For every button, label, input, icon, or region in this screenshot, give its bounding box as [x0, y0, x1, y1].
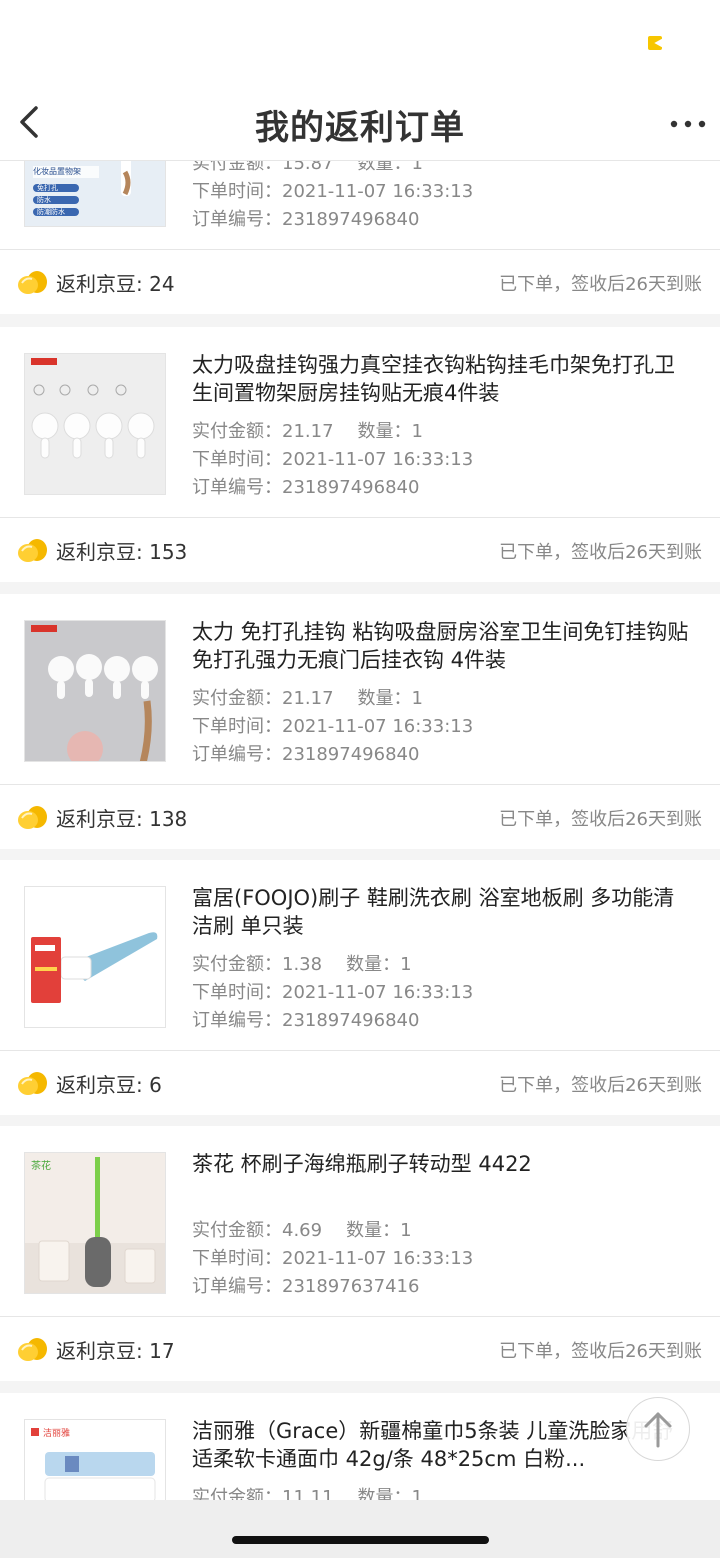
thumb-caption: 免打孔 — [37, 184, 58, 192]
more-dots-icon[interactable] — [668, 110, 708, 138]
status-indicator-icon — [648, 36, 662, 50]
jd-bean-icon — [18, 539, 47, 562]
paid-amount: 实付金额：21.17 数量：1 — [192, 421, 423, 442]
nav-bar: 我的返利订单 — [0, 88, 720, 161]
order-card: 太力吸盘挂钩强力真空挂衣钩粘钩挂毛巾架免打孔卫生间置物架厨房挂钩贴无痕4件装 实… — [0, 327, 720, 582]
thumb-caption: 化妆品置物架 — [33, 167, 81, 176]
order-number: 订单编号：231897496840 — [192, 744, 420, 765]
product-thumbnail[interactable]: 化妆品置物架 免打孔 防水 防潮防水 — [24, 161, 166, 227]
status-bar — [0, 0, 720, 88]
order-time: 下单时间：2021-11-07 16:33:13 — [192, 181, 474, 202]
rebate-row: 返利京豆: 17 已下单，签收后26天到账 — [0, 1317, 720, 1381]
order-card: 茶花 茶花 杯刷子海绵瓶刷子转动型 4422 实付金额：4.69 数量：1 下单时… — [0, 1126, 720, 1381]
order-card: 洁丽雅 洁丽雅（Grace）新疆棉童巾5条装 儿童洗脸家用舒适柔软卡通面巾 42… — [0, 1393, 720, 1500]
order-number: 订单编号：231897496840 — [192, 477, 420, 498]
rebate-row: 返利京豆: 138 已下单，签收后26天到账 — [0, 785, 720, 849]
rebate-beans: 返利京豆: 153 — [56, 540, 188, 564]
rebate-status: 已下单，签收后26天到账 — [499, 274, 702, 295]
hooks-wall-image — [25, 621, 165, 761]
rebate-status: 已下单，签收后26天到账 — [499, 1075, 702, 1096]
thumb-caption: 茶花 — [31, 1161, 51, 1172]
home-bar — [0, 1500, 720, 1558]
jd-bean-icon — [18, 806, 47, 829]
product-title: 茶花 杯刷子海绵瓶刷子转动型 4422 — [192, 1152, 532, 1176]
thumb-caption: 防潮防水 — [37, 208, 65, 216]
rebate-beans: 返利京豆: 6 — [56, 1073, 162, 1097]
paid-amount: 实付金额：21.17 数量：1 — [192, 688, 423, 709]
paid-amount: 实付金额：1.38 数量：1 — [192, 954, 412, 975]
product-thumbnail[interactable]: 茶花 — [24, 1152, 166, 1294]
order-time: 下单时间：2021-11-07 16:33:13 — [192, 982, 474, 1003]
rebate-status: 已下单，签收后26天到账 — [499, 809, 702, 830]
rebate-beans: 返利京豆: 17 — [56, 1339, 175, 1363]
product-thumbnail[interactable] — [24, 620, 166, 762]
order-time: 下单时间：2021-11-07 16:33:13 — [192, 1248, 474, 1269]
product-thumbnail[interactable]: 洁丽雅 — [24, 1419, 166, 1500]
order-row[interactable]: 洁丽雅 洁丽雅（Grace）新疆棉童巾5条装 儿童洗脸家用舒适柔软卡通面巾 42… — [0, 1393, 720, 1500]
product-title: 太力吸盘挂钩强力真空挂衣钩粘钩挂毛巾架免打孔卫生间置物架厨房挂钩贴无痕4件装 — [192, 353, 675, 405]
rebate-status: 已下单，签收后26天到账 — [499, 1341, 702, 1362]
home-indicator[interactable] — [232, 1536, 489, 1544]
order-card: 富居(FOOJO)刷子 鞋刷洗衣刷 浴室地板刷 多功能清洁刷 单只装 实付金额：… — [0, 860, 720, 1115]
order-card: 太力 免打孔挂钩 粘钩吸盘厨房浴室卫生间免钉挂钩贴免打孔强力无痕门后挂衣钩 4件… — [0, 594, 720, 849]
product-title: 太力 免打孔挂钩 粘钩吸盘厨房浴室卫生间免钉挂钩贴免打孔强力无痕门后挂衣钩 4件… — [192, 620, 689, 672]
back-to-top-button[interactable] — [626, 1397, 690, 1461]
paid-amount: 实付金额：11.11 数量：1 — [192, 1487, 423, 1500]
page-title: 我的返利订单 — [255, 108, 465, 148]
product-title: 洁丽雅（Grace）新疆棉童巾5条装 儿童洗脸家用舒适柔软卡通面巾 42g/条 … — [192, 1419, 674, 1471]
rebate-row: 返利京豆: 153 已下单，签收后26天到账 — [0, 518, 720, 582]
order-number: 订单编号：231897496840 — [192, 1010, 420, 1031]
brush-image — [25, 887, 165, 1027]
rebate-beans: 返利京豆: 138 — [56, 807, 188, 831]
paid-amount: 实付金额：4.69 数量：1 — [192, 1220, 412, 1241]
product-thumbnail[interactable] — [24, 886, 166, 1028]
thumb-caption: 防水 — [37, 196, 51, 204]
jd-bean-icon — [18, 1072, 47, 1095]
order-row[interactable]: 化妆品置物架 免打孔 防水 防潮防水 实付金额：15.87 数量：1 下单时间：2… — [0, 161, 720, 250]
rebate-row: 返利京豆: 24 已下单，签收后26天到账 — [0, 250, 720, 314]
order-row[interactable]: 太力吸盘挂钩强力真空挂衣钩粘钩挂毛巾架免打孔卫生间置物架厨房挂钩贴无痕4件装 实… — [0, 327, 720, 518]
jd-bean-icon — [18, 1338, 47, 1361]
up-arrow-icon — [644, 1412, 672, 1448]
order-row[interactable]: 富居(FOOJO)刷子 鞋刷洗衣刷 浴室地板刷 多功能清洁刷 单只装 实付金额：… — [0, 860, 720, 1051]
order-time: 下单时间：2021-11-07 16:33:13 — [192, 716, 474, 737]
rebate-row: 返利京豆: 6 已下单，签收后26天到账 — [0, 1051, 720, 1115]
order-number: 订单编号：231897496840 — [192, 209, 420, 230]
order-row[interactable]: 太力 免打孔挂钩 粘钩吸盘厨房浴室卫生间免钉挂钩贴免打孔强力无痕门后挂衣钩 4件… — [0, 594, 720, 785]
order-time: 下单时间：2021-11-07 16:33:13 — [192, 449, 474, 470]
order-number: 订单编号：231897637416 — [192, 1276, 420, 1297]
order-row[interactable]: 茶花 茶花 杯刷子海绵瓶刷子转动型 4422 实付金额：4.69 数量：1 下单时… — [0, 1126, 720, 1317]
jd-bean-icon — [18, 271, 47, 294]
rebate-beans: 返利京豆: 24 — [56, 272, 175, 296]
order-card: 化妆品置物架 免打孔 防水 防潮防水 实付金额：15.87 数量：1 下单时间：2… — [0, 161, 720, 314]
paid-amount: 实付金额：15.87 数量：1 — [192, 161, 423, 174]
product-thumbnail[interactable] — [24, 353, 166, 495]
rebate-status: 已下单，签收后26天到账 — [499, 542, 702, 563]
product-title: 富居(FOOJO)刷子 鞋刷洗衣刷 浴室地板刷 多功能清洁刷 单只装 — [192, 886, 675, 938]
hooks-image — [25, 354, 165, 494]
thumb-caption: 洁丽雅 — [43, 1429, 71, 1439]
order-list[interactable]: 化妆品置物架 免打孔 防水 防潮防水 实付金额：15.87 数量：1 下单时间：2… — [0, 161, 720, 1500]
cup-brush-image — [25, 1153, 165, 1293]
